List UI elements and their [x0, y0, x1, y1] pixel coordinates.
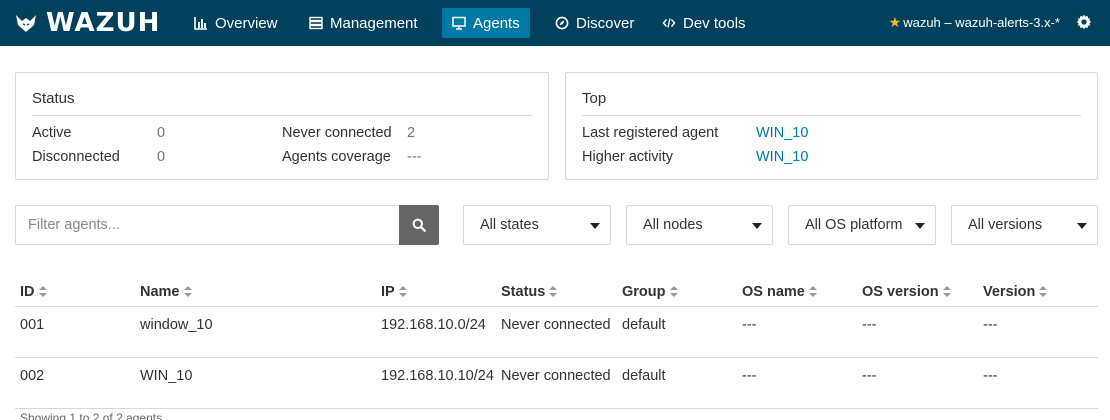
- column-header-status[interactable]: Status: [496, 278, 617, 307]
- sort-icon: [398, 285, 407, 297]
- code-icon: [662, 16, 676, 30]
- table-row[interactable]: 001 window_10 192.168.10.0/24 Never conn…: [15, 306, 1098, 358]
- gear-icon[interactable]: [1076, 14, 1092, 30]
- server-icon: [309, 16, 323, 30]
- column-header-version[interactable]: Version: [978, 278, 1098, 307]
- cell-id: 002: [15, 357, 135, 409]
- nav-management[interactable]: Management: [299, 8, 428, 38]
- app-name: WAZUH: [46, 8, 161, 38]
- column-header-name[interactable]: Name: [135, 278, 376, 307]
- agents-table: ID Name IP Status Group OS name OS versi…: [15, 278, 1098, 409]
- versions-select-value: All versions: [968, 217, 1043, 233]
- nav-discover[interactable]: Discover: [545, 8, 644, 38]
- cell-os-version: ---: [857, 306, 978, 358]
- table-summary: Showing 1 to 2 of 2 agents: [20, 411, 163, 420]
- sort-icon: [669, 285, 678, 297]
- column-header-os-version[interactable]: OS version: [857, 278, 978, 307]
- monitor-icon: [452, 16, 466, 30]
- cell-group: default: [617, 357, 737, 409]
- cell-name: window_10: [135, 306, 376, 358]
- cell-group: default: [617, 306, 737, 358]
- never-connected-label: Never connected: [282, 125, 392, 141]
- chevron-down-icon: [590, 223, 600, 229]
- column-header-os-name[interactable]: OS name: [737, 278, 857, 307]
- sort-icon: [808, 285, 817, 297]
- divider: [32, 115, 532, 116]
- cell-version: ---: [978, 357, 1098, 409]
- chevron-down-icon: [752, 223, 762, 229]
- cell-ip: 192.168.10.10/24: [376, 357, 496, 409]
- nav-label: Management: [330, 14, 418, 32]
- never-connected-value: 2: [407, 125, 416, 141]
- disconnected-label: Disconnected: [32, 149, 120, 165]
- nav-overview[interactable]: Overview: [184, 8, 288, 38]
- status-card: Status Active 0 Disconnected 0 Never con…: [15, 72, 549, 180]
- index-pattern-label: wazuh – wazuh-alerts-3.x-*: [903, 15, 1060, 30]
- os-platform-select[interactable]: All OS platform: [788, 205, 936, 245]
- chevron-down-icon: [915, 223, 925, 229]
- chevron-down-icon: [1077, 223, 1087, 229]
- sort-icon: [549, 285, 558, 297]
- sort-icon: [38, 285, 47, 297]
- top-card-title: Top: [582, 90, 607, 107]
- wolf-icon: [16, 15, 36, 32]
- agents-coverage-value: ---: [407, 149, 422, 165]
- cell-version: ---: [978, 306, 1098, 358]
- nodes-select-value: All nodes: [643, 217, 703, 233]
- states-select[interactable]: All states: [463, 205, 611, 245]
- versions-select[interactable]: All versions: [951, 205, 1098, 245]
- cell-os-name: ---: [737, 306, 857, 358]
- divider: [582, 115, 1081, 116]
- cell-id: 001: [15, 306, 135, 358]
- top-card: Top Last registered agent WIN_10 Higher …: [565, 72, 1098, 180]
- sort-icon: [1039, 285, 1048, 297]
- os-platform-select-value: All OS platform: [805, 217, 903, 233]
- bar-chart-icon: [194, 16, 208, 30]
- nav-label: Dev tools: [683, 14, 746, 32]
- cell-status: Never connected: [496, 357, 617, 409]
- nav-agents[interactable]: Agents: [442, 8, 530, 38]
- cell-name: WIN_10: [135, 357, 376, 409]
- cell-os-version: ---: [857, 357, 978, 409]
- top-navbar: WAZUH Overview Management Agents Discove…: [0, 0, 1110, 46]
- search-button[interactable]: [399, 205, 439, 245]
- active-value: 0: [157, 125, 166, 141]
- active-label: Active: [32, 125, 72, 141]
- table-row[interactable]: 002 WIN_10 192.168.10.10/24 Never connec…: [15, 357, 1098, 409]
- sort-icon: [942, 285, 951, 297]
- higher-activity-label: Higher activity: [582, 149, 674, 165]
- star-icon: ★: [888, 14, 902, 30]
- compass-icon: [555, 16, 569, 30]
- last-registered-agent-link[interactable]: WIN_10: [756, 125, 808, 141]
- nav-label: Discover: [576, 14, 635, 32]
- cell-os-name: ---: [737, 357, 857, 409]
- column-header-ip[interactable]: IP: [376, 278, 496, 307]
- cell-ip: 192.168.10.0/24: [376, 306, 496, 358]
- column-header-id[interactable]: ID: [15, 278, 135, 307]
- status-card-title: Status: [32, 90, 75, 107]
- nav-label: Agents: [473, 14, 520, 32]
- sort-icon: [183, 285, 192, 297]
- agent-filter: [15, 205, 439, 245]
- nav-dev-tools[interactable]: Dev tools: [652, 8, 756, 38]
- cell-status: Never connected: [496, 306, 617, 358]
- last-registered-label: Last registered agent: [582, 125, 719, 141]
- nodes-select[interactable]: All nodes: [626, 205, 773, 245]
- agents-coverage-label: Agents coverage: [282, 149, 391, 165]
- index-pattern-selector[interactable]: ★ wazuh – wazuh-alerts-3.x-*: [889, 14, 1060, 31]
- higher-activity-agent-link[interactable]: WIN_10: [756, 149, 808, 165]
- states-select-value: All states: [480, 217, 539, 233]
- filter-agents-input[interactable]: [16, 206, 410, 244]
- table-header-row: ID Name IP Status Group OS name OS versi…: [15, 278, 1098, 307]
- nav-label: Overview: [215, 14, 278, 32]
- wazuh-logo[interactable]: WAZUH: [14, 8, 161, 38]
- search-icon: [412, 218, 426, 232]
- disconnected-value: 0: [157, 149, 166, 165]
- column-header-group[interactable]: Group: [617, 278, 737, 307]
